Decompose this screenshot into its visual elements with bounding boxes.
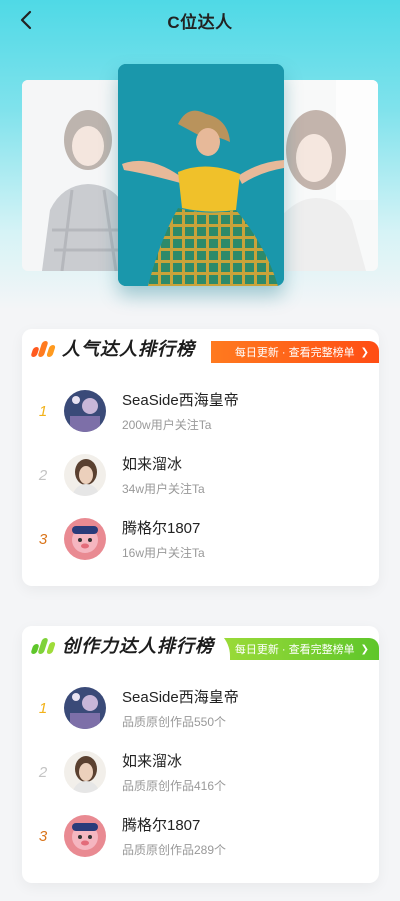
- ribbon-label: 每日更新 · 查看完整榜单: [234, 347, 355, 359]
- list-item[interactable]: 3 腾格尔1807 品质原创作品289个: [22, 804, 379, 868]
- list-item[interactable]: 1 SeaSide西海皇帝 品质原创作品550个: [22, 676, 379, 740]
- list-item[interactable]: 2 如来溜冰 34w用户关注Ta: [22, 443, 379, 507]
- user-name: SeaSide西海皇帝: [122, 392, 239, 409]
- user-meta: 品质原创作品289个: [122, 843, 227, 857]
- tab-title: 人气达人排行榜: [22, 329, 211, 367]
- section-title: 创作力达人排行榜: [62, 636, 214, 656]
- bars-icon: [30, 636, 56, 654]
- section-title: 人气达人排行榜: [62, 339, 195, 359]
- avatar: [64, 454, 106, 496]
- ranking-list: 1 SeaSide西海皇帝 200w用户关注Ta 2 如来溜冰 34w用户关注T…: [22, 379, 379, 571]
- user-name: 如来溜冰: [122, 753, 183, 770]
- card-header: 每日更新 · 查看完整榜单 ❯ 创作力达人排行榜: [22, 626, 379, 664]
- popularity-ranking-card: 每日更新 · 查看完整榜单 ❯ 人气达人排行榜 1 SeaSide西海皇帝 20…: [22, 329, 379, 586]
- rank-number: 3: [38, 530, 48, 548]
- user-meta: 品质原创作品550个: [122, 715, 227, 729]
- user-name: 腾格尔1807: [122, 520, 201, 537]
- rank-number: 2: [38, 466, 48, 484]
- list-item[interactable]: 3 腾格尔1807 16w用户关注Ta: [22, 507, 379, 571]
- rank-number: 2: [38, 763, 48, 781]
- rank-number: 3: [38, 827, 48, 845]
- user-meta: 16w用户关注Ta: [122, 546, 205, 560]
- ranking-list: 1 SeaSide西海皇帝 品质原创作品550个 2 如来溜冰 品质原创作品41…: [22, 676, 379, 868]
- tab-title: 创作力达人排行榜: [22, 626, 230, 664]
- avatar: [64, 518, 106, 560]
- user-name: 腾格尔1807: [122, 817, 201, 834]
- bars-icon: [30, 339, 56, 357]
- carousel-card-center[interactable]: [118, 64, 284, 286]
- list-item[interactable]: 2 如来溜冰 品质原创作品416个: [22, 740, 379, 804]
- dancer-image: [118, 64, 284, 286]
- card-header: 每日更新 · 查看完整榜单 ❯ 人气达人排行榜: [22, 329, 379, 367]
- avatar: [64, 687, 106, 729]
- top-bar: C位达人: [0, 0, 400, 40]
- rank-number: 1: [38, 402, 48, 420]
- user-meta: 34w用户关注Ta: [122, 482, 205, 496]
- view-full-list-button[interactable]: 每日更新 · 查看完整榜单 ❯: [210, 341, 379, 363]
- avatar: [64, 751, 106, 793]
- list-item[interactable]: 1 SeaSide西海皇帝 200w用户关注Ta: [22, 379, 379, 443]
- user-name: 如来溜冰: [122, 456, 183, 473]
- ribbon-label: 每日更新 · 查看完整榜单: [234, 644, 355, 656]
- user-name: SeaSide西海皇帝: [122, 689, 239, 706]
- page-title: C位达人: [167, 12, 233, 32]
- chevron-right-icon: ❯: [360, 346, 369, 358]
- user-meta: 品质原创作品416个: [122, 779, 227, 793]
- chevron-right-icon: ❯: [360, 643, 369, 655]
- creation-ranking-card: 每日更新 · 查看完整榜单 ❯ 创作力达人排行榜 1 SeaSide西海皇帝 品…: [22, 626, 379, 883]
- rank-number: 1: [38, 699, 48, 717]
- chevron-left-icon: [20, 10, 32, 30]
- view-full-list-button[interactable]: 每日更新 · 查看完整榜单 ❯: [210, 638, 379, 660]
- back-button[interactable]: [14, 8, 38, 32]
- user-meta: 200w用户关注Ta: [122, 418, 212, 432]
- avatar: [64, 390, 106, 432]
- avatar: [64, 815, 106, 857]
